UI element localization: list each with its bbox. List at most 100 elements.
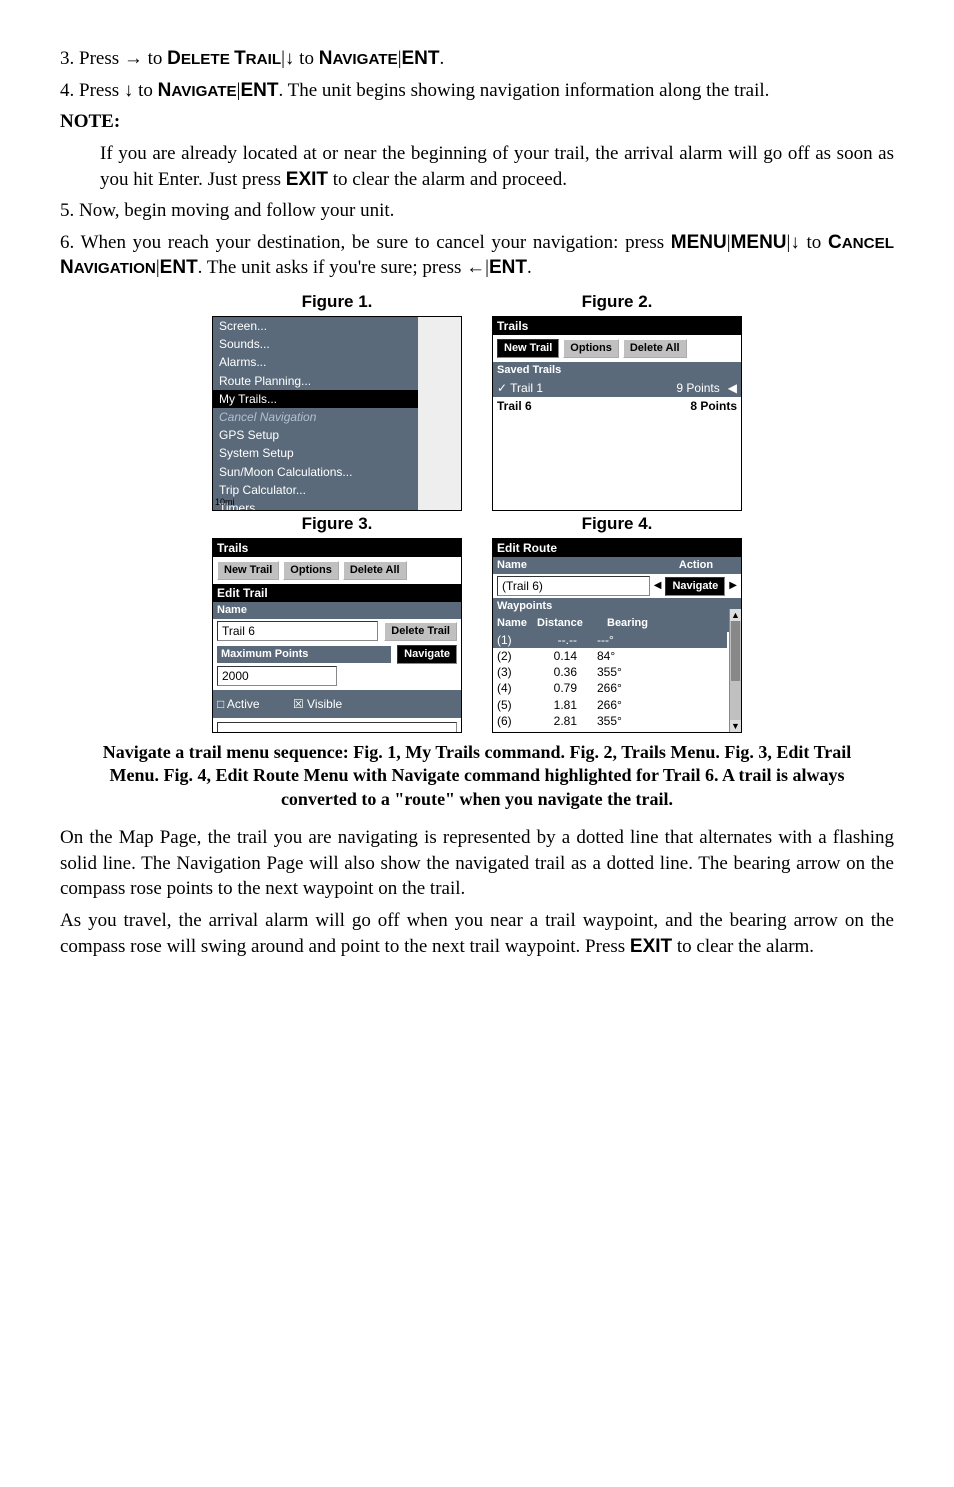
scroll-up-icon[interactable]: ▲ xyxy=(730,609,741,621)
delete-all-button[interactable]: Delete All xyxy=(623,339,687,358)
right-arrow-icon[interactable]: ▶ xyxy=(729,579,737,593)
text: N xyxy=(319,48,333,69)
wp-name: (1) xyxy=(497,632,537,648)
options-button[interactable]: Options xyxy=(283,561,339,580)
menu-item-route-planning[interactable]: Route Planning... xyxy=(213,372,418,390)
empty-field[interactable] xyxy=(217,722,457,733)
text: . xyxy=(527,257,532,278)
text: N xyxy=(158,80,172,101)
new-trail-button[interactable]: New Trail xyxy=(497,339,559,358)
text: AVIGATION xyxy=(74,260,156,277)
title-bar: Trails xyxy=(213,539,461,557)
text: AVIGATE xyxy=(332,51,397,68)
text: EXIT xyxy=(630,936,672,957)
text: to xyxy=(294,48,318,69)
wp-distance: 4.80 xyxy=(537,729,597,733)
scroll-down-icon[interactable]: ▼ xyxy=(730,720,741,732)
visible-checkbox[interactable]: ☒ Visible xyxy=(293,697,342,711)
figure-label: Figure 3. xyxy=(302,513,373,536)
trail-1-points: 9 Points xyxy=(676,380,719,396)
menu-item-sounds[interactable]: Sounds... xyxy=(213,335,418,353)
figure-label: Figure 1. xyxy=(302,291,373,314)
menu-item-screen[interactable]: Screen... xyxy=(213,317,418,335)
col-bearing: Bearing xyxy=(607,616,648,631)
active-checkbox[interactable]: □ Active xyxy=(217,697,260,711)
name-label: Name xyxy=(213,602,461,619)
wp-bearing: 266° xyxy=(597,729,647,733)
wp-name: (2) xyxy=(497,648,537,664)
text: ELETE xyxy=(181,51,234,68)
trail-6-points: 8 Points xyxy=(690,398,737,414)
wp-name: (5) xyxy=(497,697,537,713)
text: T xyxy=(234,48,246,69)
max-points-input[interactable]: 2000 xyxy=(217,666,337,686)
paragraph-map-page: On the Map Page, the trail you are navig… xyxy=(60,825,894,902)
step-4: 4. Press ↓ to NAVIGATE|ENT. The unit beg… xyxy=(60,78,894,104)
text: D xyxy=(167,48,181,69)
left-arrow-icon[interactable]: ◀ xyxy=(654,579,662,593)
paragraph-arrival-alarm: As you travel, the arrival alarm will go… xyxy=(60,908,894,959)
menu-item-alarms[interactable]: Alarms... xyxy=(213,353,418,371)
navigate-button[interactable]: Navigate xyxy=(397,645,457,664)
figure-2-screen: Trails New Trail Options Delete All Save… xyxy=(492,316,742,511)
menu-item-timers[interactable]: Timers xyxy=(213,499,418,511)
navigate-button[interactable]: Navigate xyxy=(665,577,725,596)
down-arrow-icon: ↓ xyxy=(285,48,295,69)
new-trail-button[interactable]: New Trail xyxy=(217,561,279,580)
scroll-thumb[interactable] xyxy=(731,621,740,681)
action-label: Action xyxy=(651,557,741,574)
edit-trail-bar: Edit Trail xyxy=(213,584,461,602)
menu-item-my-trails[interactable]: My Trails... xyxy=(213,390,418,408)
text: RAIL xyxy=(246,51,281,68)
title-bar: Trails xyxy=(493,317,741,335)
text: ENT xyxy=(240,80,278,101)
trail-6-name[interactable]: Trail 6 xyxy=(497,398,690,414)
figure-1: Figure 1. Screen... Sounds... Alarms... … xyxy=(212,289,462,511)
route-name-input[interactable]: (Trail 6) xyxy=(497,576,650,596)
figures-container: Figure 1. Screen... Sounds... Alarms... … xyxy=(60,289,894,733)
delete-trail-button[interactable]: Delete Trail xyxy=(384,622,457,641)
menu-item-system-setup[interactable]: System Setup xyxy=(213,444,418,462)
waypoint-row[interactable]: (1)--.-----° xyxy=(493,632,727,648)
wp-distance: 0.14 xyxy=(537,648,597,664)
figure-label: Figure 4. xyxy=(582,513,653,536)
waypoint-row[interactable]: (6)2.81355° xyxy=(493,713,727,729)
wp-distance: 0.79 xyxy=(537,680,597,696)
wp-name: (7) xyxy=(497,729,537,733)
wp-distance: 1.81 xyxy=(537,697,597,713)
options-button[interactable]: Options xyxy=(563,339,619,358)
waypoint-row[interactable]: (3)0.36355° xyxy=(493,664,727,680)
wp-name: (4) xyxy=(497,680,537,696)
waypoint-row[interactable]: (7)4.80266° xyxy=(493,729,727,733)
step-6: 6. When you reach your destination, be s… xyxy=(60,230,894,281)
col-name: Name xyxy=(497,616,537,631)
wp-bearing: 84° xyxy=(597,648,647,664)
right-arrow-icon: → xyxy=(124,48,143,69)
wp-bearing: 355° xyxy=(597,664,647,680)
name-input[interactable]: Trail 6 xyxy=(217,621,378,641)
scrollbar[interactable]: ▲ ▼ xyxy=(729,609,741,732)
figure-2: Figure 2. Trails New Trail Options Delet… xyxy=(492,289,742,511)
menu-item-sun-moon[interactable]: Sun/Moon Calculations... xyxy=(213,463,418,481)
figure-label: Figure 2. xyxy=(582,291,653,314)
text: 4. Press xyxy=(60,80,124,101)
trail-1-name[interactable]: ✓ Trail 1 xyxy=(497,380,676,396)
menu-item-gps-setup[interactable]: GPS Setup xyxy=(213,426,418,444)
col-distance: Distance xyxy=(537,616,607,631)
delete-all-button[interactable]: Delete All xyxy=(343,561,407,580)
down-arrow-icon: ↓ xyxy=(124,80,134,101)
text: MENU xyxy=(671,232,727,253)
text: ENT xyxy=(160,257,198,278)
wp-bearing: 266° xyxy=(597,697,647,713)
text: ANCEL xyxy=(842,235,894,252)
waypoint-row[interactable]: (2)0.1484° xyxy=(493,648,727,664)
menu-item-trip-calc[interactable]: Trip Calculator... xyxy=(213,481,418,499)
figure-4: Figure 4. Edit Route Name Action (Trail … xyxy=(492,511,742,733)
text: . The unit asks if you're sure; press xyxy=(198,257,467,278)
wp-distance: 0.36 xyxy=(537,664,597,680)
figure-4-screen: Edit Route Name Action (Trail 6) ◀ Navig… xyxy=(492,538,742,733)
map-scale: 10mi xyxy=(215,496,235,508)
waypoint-row[interactable]: (4)0.79266° xyxy=(493,680,727,696)
waypoint-row[interactable]: (5)1.81266° xyxy=(493,697,727,713)
step-5: 5. Now, begin moving and follow your uni… xyxy=(60,198,894,224)
